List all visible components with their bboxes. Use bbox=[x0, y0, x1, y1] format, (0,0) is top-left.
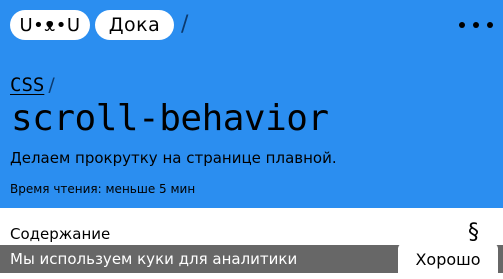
menu-dot bbox=[487, 22, 493, 28]
toc-label[interactable]: Содержание bbox=[10, 225, 110, 243]
page-subtitle: Делаем прокрутку на странице плавной. bbox=[10, 149, 337, 167]
section-link-doka[interactable]: Дока bbox=[95, 10, 174, 40]
category-link-css[interactable]: CSS bbox=[10, 74, 44, 96]
section-anchor-icon[interactable]: § bbox=[468, 220, 479, 245]
category-breadcrumb: CSS / bbox=[10, 74, 55, 96]
article-header: U•ᴥ•U Дока / CSS / scroll-behavior Делаем… bbox=[0, 0, 503, 208]
menu-dot bbox=[459, 22, 465, 28]
category-separator: / bbox=[48, 74, 55, 96]
site-logo[interactable]: U•ᴥ•U bbox=[10, 10, 90, 40]
reading-time: Время чтения: меньше 5 мин bbox=[10, 182, 196, 196]
cookie-accept-button[interactable]: Хорошо bbox=[398, 243, 498, 279]
cookie-banner-text: Мы используем куки для аналитики bbox=[10, 250, 298, 268]
breadcrumb-separator: / bbox=[181, 12, 189, 37]
menu-dot bbox=[473, 22, 479, 28]
page-title: scroll-behavior bbox=[11, 98, 329, 139]
more-dots-icon[interactable] bbox=[459, 20, 493, 30]
